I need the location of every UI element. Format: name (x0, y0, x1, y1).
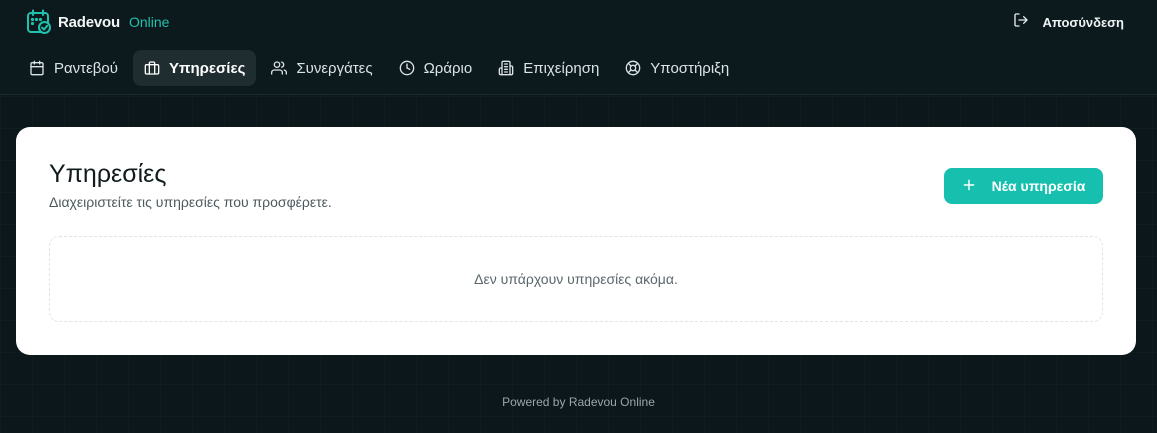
nav-item-label: Ωράριο (423, 59, 473, 77)
nav-item-label: Συνεργάτες (296, 59, 373, 77)
top-bar: Radevou Online Αποσύνδεση Ραντεβού Υπηρε… (0, 0, 1157, 95)
nav-item-schedule[interactable]: Ωράριο (388, 50, 484, 86)
brand-suffix: Online (128, 14, 170, 30)
nav-item-business[interactable]: Επιχείρηση (487, 50, 610, 86)
logout-icon (1013, 12, 1029, 33)
brand-name: Radevou (58, 13, 120, 31)
plus-icon (962, 178, 976, 195)
nav-item-label: Ραντεβού (54, 59, 118, 77)
empty-state-text: Δεν υπάρχουν υπηρεσίες ακόμα. (474, 271, 678, 287)
nav-item-label: Υπηρεσίες (168, 59, 246, 77)
footer-text: Powered by Radevou Online (502, 395, 655, 409)
lifebuoy-icon (625, 60, 641, 76)
page-subtitle: Διαχειριστείτε τις υπηρεσίες που προσφέρ… (49, 194, 332, 210)
briefcase-icon (144, 60, 160, 76)
page-title: Υπηρεσίες (49, 160, 167, 188)
nav-item-label: Επιχείρηση (523, 59, 600, 77)
nav-item-appointments[interactable]: Ραντεβού (18, 50, 129, 86)
clock-icon (399, 60, 415, 76)
nav-item-partners[interactable]: Συνεργάτες (260, 50, 383, 86)
nav-item-label: Υποστήριξη (650, 59, 730, 77)
new-service-button[interactable]: Νέα υπηρεσία (944, 168, 1103, 204)
brand-logo[interactable]: Radevou Online (26, 9, 169, 35)
building-icon (498, 60, 514, 76)
nav-item-support[interactable]: Υποστήριξη (614, 50, 740, 86)
users-icon (271, 60, 288, 76)
main-nav: Ραντεβού Υπηρεσίες Συνεργάτες Ωράριο Επι… (18, 50, 740, 86)
logout-label: Αποσύνδεση (1042, 14, 1125, 30)
footer: Powered by Radevou Online (0, 395, 1157, 409)
nav-item-services[interactable]: Υπηρεσίες (132, 50, 257, 86)
calendar-icon (29, 60, 45, 76)
empty-state: Δεν υπάρχουν υπηρεσίες ακόμα. (49, 236, 1103, 322)
new-service-label: Νέα υπηρεσία (991, 178, 1086, 194)
services-card: Υπηρεσίες Διαχειριστείτε τις υπηρεσίες π… (16, 127, 1136, 355)
calendar-check-logo-icon (26, 9, 52, 35)
logout-button[interactable]: Αποσύνδεση (1013, 12, 1125, 33)
